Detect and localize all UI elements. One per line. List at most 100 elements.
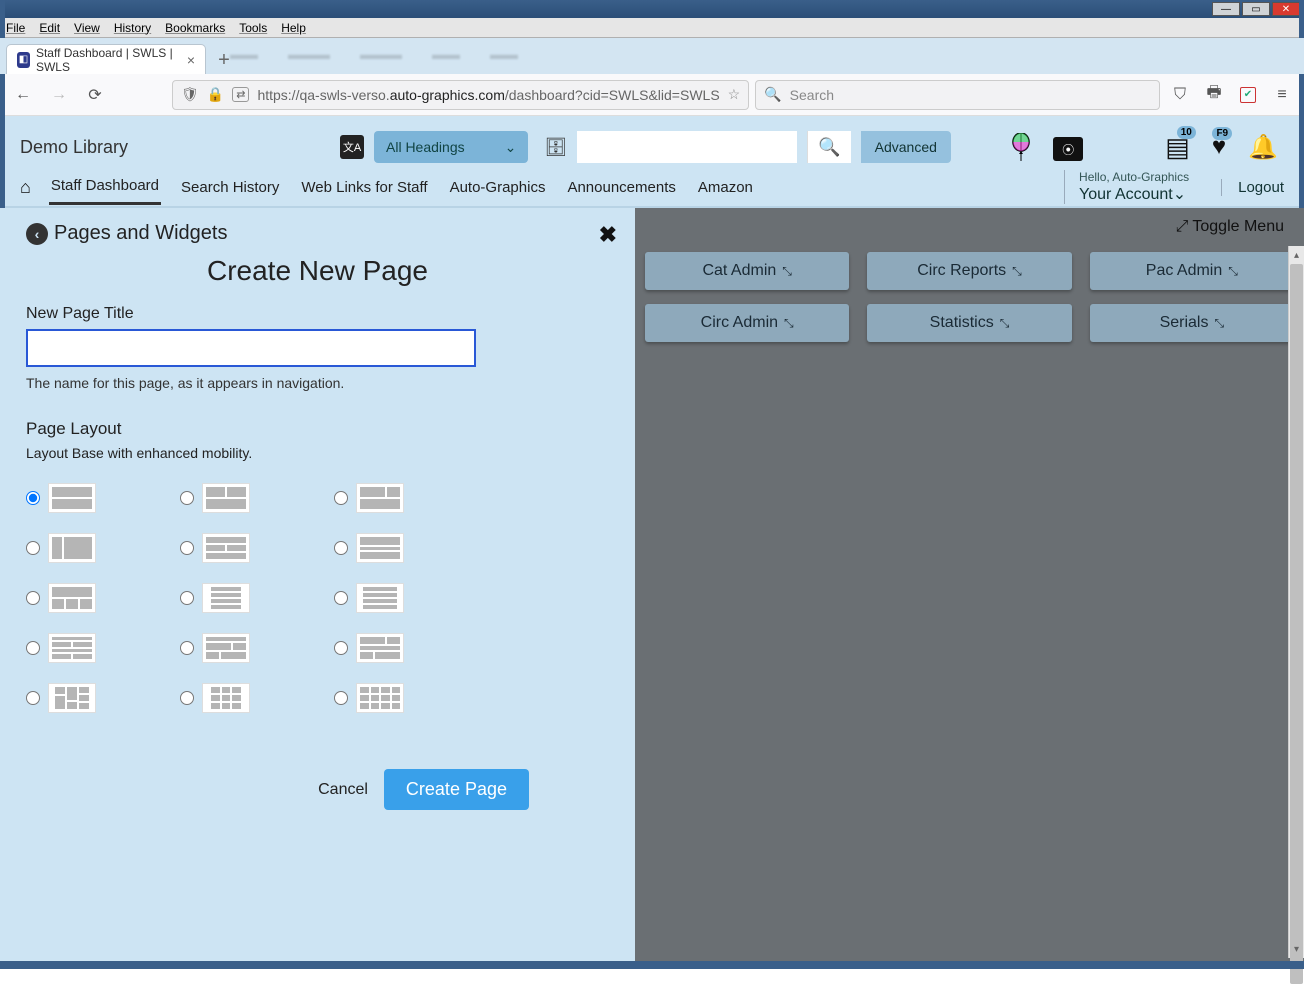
menu-help[interactable]: Help [281,21,306,35]
panel-breadcrumb[interactable]: Pages and Widgets [54,222,227,245]
layout-radio[interactable] [180,541,194,555]
permissions-icon[interactable]: ⇄ [232,87,249,102]
window-minimize-button[interactable]: — [1212,2,1240,16]
layout-option-4[interactable] [26,525,176,571]
menu-view[interactable]: View [74,21,100,35]
layout-radio[interactable] [26,541,40,555]
layout-radio[interactable] [334,491,348,505]
catalog-search-button[interactable]: 🔍 [807,131,850,163]
layout-option-10[interactable] [26,625,176,671]
layout-radio[interactable] [26,691,40,705]
menu-history[interactable]: History [114,21,151,35]
collapse-icon: ⤡ [1000,316,1010,331]
menu-bookmarks[interactable]: Bookmarks [165,21,225,35]
layout-radio[interactable] [334,591,348,605]
menu-edit[interactable]: Edit [39,21,60,35]
layout-thumb-icon [202,633,250,663]
print-icon[interactable]: 🖶 [1200,81,1228,109]
create-page-panel: ‹ Pages and Widgets ✖ Create New Page Ne… [0,208,635,968]
vertical-scrollbar[interactable]: ▴ ▾ [1288,246,1304,958]
layout-option-13[interactable] [26,675,176,721]
nav-search-history[interactable]: Search History [179,171,281,204]
layout-radio[interactable] [180,641,194,655]
tab-close-icon[interactable]: × [187,52,195,68]
layout-option-8[interactable] [180,575,330,621]
admin-label: Serials [1160,314,1209,332]
serials-button[interactable]: Serials⤡ [1090,304,1294,342]
nav-staff-dashboard[interactable]: Staff Dashboard [49,169,161,205]
nav-forward-button[interactable]: → [44,80,74,110]
layout-radio[interactable] [334,691,348,705]
translate-icon[interactable]: 文A [340,135,364,159]
nav-web-links[interactable]: Web Links for Staff [299,171,429,204]
layout-radio[interactable] [26,491,40,505]
scrollbar-thumb[interactable] [1290,264,1303,984]
nav-amazon[interactable]: Amazon [696,171,755,204]
heading-filter-label: All Headings [386,139,465,155]
layout-radio[interactable] [180,691,194,705]
close-icon[interactable]: ✖ [599,222,617,248]
layout-option-5[interactable] [180,525,330,571]
layout-option-6[interactable] [334,525,484,571]
layout-radio[interactable] [26,591,40,605]
layout-option-9[interactable] [334,575,484,621]
back-chevron-icon[interactable]: ‹ [26,223,48,245]
window-maximize-button[interactable]: ▭ [1242,2,1270,16]
layout-option-1[interactable] [26,475,176,521]
catalog-search-input[interactable] [577,131,797,163]
extension-icon[interactable]: ✔ [1234,81,1262,109]
layout-option-2[interactable] [180,475,330,521]
layout-option-11[interactable] [180,625,330,671]
cancel-button[interactable]: Cancel [318,781,368,799]
window-close-button[interactable]: ✕ [1272,2,1300,16]
logout-link[interactable]: Logout [1221,179,1284,196]
bookmark-star-icon[interactable]: ☆ [728,86,741,103]
hamburger-menu-icon[interactable]: ≡ [1268,81,1296,109]
cat-admin-button[interactable]: Cat Admin⤡ [645,252,849,290]
statistics-button[interactable]: Statistics⤡ [867,304,1071,342]
toggle-menu-label: Toggle Menu [1192,218,1284,236]
nav-back-button[interactable]: ← [8,80,38,110]
layout-option-14[interactable] [180,675,330,721]
tracking-shield-icon[interactable]: 🛡 [181,86,199,103]
nav-refresh-button[interactable]: ⟳ [80,80,110,110]
nav-auto-graphics[interactable]: Auto-Graphics [448,171,548,204]
nav-announcements[interactable]: Announcements [565,171,677,204]
browser-tab[interactable]: ◧ Staff Dashboard | SWLS | SWLS × [6,44,206,74]
create-page-button[interactable]: Create Page [384,769,529,810]
layout-option-15[interactable] [334,675,484,721]
favorites-heart-icon[interactable]: ♥ F9 [1212,133,1226,161]
layout-radio[interactable] [334,641,348,655]
layout-radio[interactable] [334,541,348,555]
layout-radio[interactable] [180,591,194,605]
layout-radio[interactable] [26,641,40,655]
new-page-title-input[interactable] [26,329,476,367]
heading-filter-dropdown[interactable]: All Headings ⌄ [374,131,528,163]
home-icon[interactable]: ⌂ [20,177,31,198]
layout-option-7[interactable] [26,575,176,621]
page-layout-label: Page Layout [26,419,609,439]
layout-option-3[interactable] [334,475,484,521]
account-dropdown[interactable]: Hello, Auto-Graphics Your Account⌄ [1064,170,1189,204]
scanner-icon[interactable]: ⦿ [1053,133,1083,162]
pocket-icon[interactable]: ⛉ [1166,81,1194,109]
database-icon[interactable]: 🗄 [544,137,567,158]
lock-icon[interactable]: 🔒 [207,86,224,103]
notifications-bell-icon[interactable]: 🔔 [1248,133,1278,162]
browser-search-input[interactable]: 🔍 Search [755,80,1160,110]
menu-tools[interactable]: Tools [239,21,267,35]
layout-option-12[interactable] [334,625,484,671]
pac-admin-button[interactable]: Pac Admin⤡ [1090,252,1294,290]
circ-admin-button[interactable]: Circ Admin⤡ [645,304,849,342]
layout-radio[interactable] [180,491,194,505]
scroll-up-icon[interactable]: ▴ [1289,246,1304,264]
circ-reports-button[interactable]: Circ Reports⤡ [867,252,1071,290]
scroll-down-icon[interactable]: ▾ [1289,940,1304,958]
balloon-icon[interactable] [1011,133,1031,161]
toggle-menu-button[interactable]: ⤢ Toggle Menu [1176,218,1284,236]
list-icon[interactable]: ▤ 10 [1165,132,1190,163]
tab-title: Staff Dashboard | SWLS | SWLS [36,46,177,74]
menu-file[interactable]: File [6,21,25,35]
advanced-search-button[interactable]: Advanced [861,131,951,163]
url-input[interactable]: 🛡 🔒 ⇄ https://qa-swls-verso.auto-graphic… [172,80,749,110]
